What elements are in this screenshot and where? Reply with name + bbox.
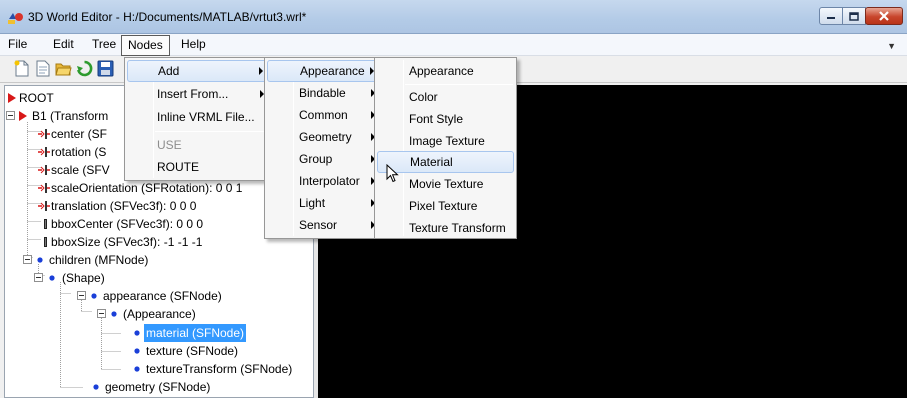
menu-item-appearance[interactable]: Appearance <box>267 60 383 82</box>
tree-node-children[interactable]: children (MFNode) <box>5 251 305 269</box>
tree-node-texture[interactable]: texture (SFNode) <box>5 342 305 360</box>
refresh-icon[interactable] <box>76 60 93 77</box>
minimize-icon <box>827 17 835 19</box>
menu-item-sensor[interactable]: Sensor <box>267 214 383 236</box>
menu-item-group[interactable]: Group <box>267 148 383 170</box>
tree-node-shape[interactable]: (Shape) <box>5 269 305 287</box>
tree-label: translation (SFVec3f): 0 0 0 <box>51 199 197 213</box>
tree-field-translation[interactable]: translation (SFVec3f): 0 0 0 <box>5 197 305 215</box>
new-file-icon[interactable] <box>13 60 30 77</box>
menu-item-common[interactable]: Common <box>267 104 383 126</box>
tree-label: scaleOrientation (SFRotation): 0 0 1 <box>51 181 243 195</box>
tree-label: children (MFNode) <box>49 253 149 267</box>
menu-item-add[interactable]: Add <box>127 60 272 82</box>
blue-dot-icon <box>49 275 55 281</box>
tree-label-selected: material (SFNode) <box>144 324 247 342</box>
menubar-overflow-icon[interactable]: ▼ <box>887 41 896 51</box>
collapse-icon[interactable] <box>97 309 106 318</box>
blue-dot-icon <box>91 293 97 299</box>
save-icon[interactable] <box>97 60 114 77</box>
menu-item-use: USE <box>157 138 182 152</box>
blue-dot-icon <box>93 384 99 390</box>
menu-item-image-texture[interactable]: Image Texture <box>377 130 514 152</box>
collapse-icon[interactable] <box>77 291 86 300</box>
collapse-icon[interactable] <box>34 273 43 282</box>
menu-edit[interactable]: Edit <box>47 34 80 56</box>
tree-field-bbox-size[interactable]: bboxSize (SFVec3f): -1 -1 -1 <box>5 233 305 251</box>
tree-label: appearance (SFNode) <box>103 289 222 303</box>
menu-item-appearance-node[interactable]: Appearance <box>377 60 514 82</box>
tree-node-material[interactable]: material (SFNode) <box>5 324 305 342</box>
tree-label: B1 (Transform <box>32 109 109 123</box>
field-icon <box>38 201 50 211</box>
menu-bar: File Edit Tree Nodes Help ▼ <box>0 34 907 56</box>
mouse-cursor-icon <box>386 164 399 183</box>
menu-item-texture-transform[interactable]: Texture Transform <box>377 217 514 239</box>
window-title: 3D World Editor - H:/Documents/MATLAB/vr… <box>28 10 307 24</box>
tree-node-geometry[interactable]: geometry (SFNode) <box>5 378 305 396</box>
submenu-arrow-icon <box>259 67 263 75</box>
tree-label: center (SF <box>51 127 108 141</box>
blue-dot-icon <box>134 330 140 336</box>
blue-dot-icon <box>134 348 140 354</box>
menu-help[interactable]: Help <box>175 34 212 56</box>
tree-label: (Appearance) <box>123 307 196 321</box>
tree-node-appearance-field[interactable]: appearance (SFNode) <box>5 287 305 305</box>
close-button[interactable] <box>865 7 903 25</box>
tree-label: bboxSize (SFVec3f): -1 -1 -1 <box>51 235 203 249</box>
menu-item-geometry[interactable]: Geometry <box>267 126 383 148</box>
add-submenu: Appearance Bindable Common Geometry Grou… <box>264 57 386 239</box>
blue-dot-icon <box>111 311 117 317</box>
field-bar-icon <box>44 219 47 229</box>
appearance-submenu: Appearance Color Font Style Image Textur… <box>374 57 517 239</box>
open-folder-icon[interactable] <box>55 60 72 77</box>
tree-label: scale (SFV <box>51 163 110 177</box>
tree-field-bbox-center[interactable]: bboxCenter (SFVec3f): 0 0 0 <box>5 215 305 233</box>
field-bar-icon <box>44 237 47 247</box>
menu-item-interpolator[interactable]: Interpolator <box>267 170 383 192</box>
maximize-button[interactable] <box>842 7 866 25</box>
tree-label: textureTransform (SFNode) <box>146 362 293 376</box>
field-icon <box>38 147 50 157</box>
menu-item-bindable[interactable]: Bindable <box>267 82 383 104</box>
menu-item-insert-from[interactable]: Insert From... <box>127 83 272 105</box>
maximize-icon <box>849 11 859 21</box>
tree-label: geometry (SFNode) <box>105 380 211 394</box>
menu-item-light[interactable]: Light <box>267 192 383 214</box>
red-arrow-icon <box>19 111 27 121</box>
title-bar[interactable]: 3D World Editor - H:/Documents/MATLAB/vr… <box>0 0 907 34</box>
menu-file[interactable]: File <box>2 34 33 56</box>
document-icon[interactable] <box>34 60 51 77</box>
tree-node-appearance[interactable]: (Appearance) <box>5 305 305 323</box>
menu-item-pixel-texture[interactable]: Pixel Texture <box>377 195 514 217</box>
menu-item-font-style[interactable]: Font Style <box>377 108 514 130</box>
field-icon <box>38 165 50 175</box>
tree-label: texture (SFNode) <box>146 344 239 358</box>
close-icon <box>879 11 889 21</box>
tree-label: ROOT <box>19 91 54 105</box>
menu-item-inline-vrml[interactable]: Inline VRML File... <box>127 106 272 128</box>
menu-item-color[interactable]: Color <box>377 86 514 108</box>
tree-label: rotation (S <box>51 145 107 159</box>
nodes-menu: Add Insert From... Inline VRML File... U… <box>124 57 275 181</box>
menu-tree[interactable]: Tree <box>86 34 122 56</box>
blue-dot-icon <box>134 366 140 372</box>
field-icon <box>38 183 50 193</box>
blue-dot-icon <box>37 257 43 263</box>
red-arrow-icon <box>8 93 16 103</box>
minimize-button[interactable] <box>819 7 843 25</box>
collapse-icon[interactable] <box>6 111 15 120</box>
menu-item-route[interactable]: ROUTE <box>127 156 272 178</box>
app-icon <box>8 13 23 24</box>
menu-nodes[interactable]: Nodes <box>121 35 170 56</box>
field-icon <box>38 129 50 139</box>
collapse-icon[interactable] <box>23 255 32 264</box>
tree-label: (Shape) <box>62 271 105 285</box>
tree-label: bboxCenter (SFVec3f): 0 0 0 <box>51 217 204 231</box>
tree-field-scale-orientation[interactable]: scaleOrientation (SFRotation): 0 0 1 <box>5 179 305 197</box>
tree-node-texture-transform[interactable]: textureTransform (SFNode) <box>5 360 305 378</box>
